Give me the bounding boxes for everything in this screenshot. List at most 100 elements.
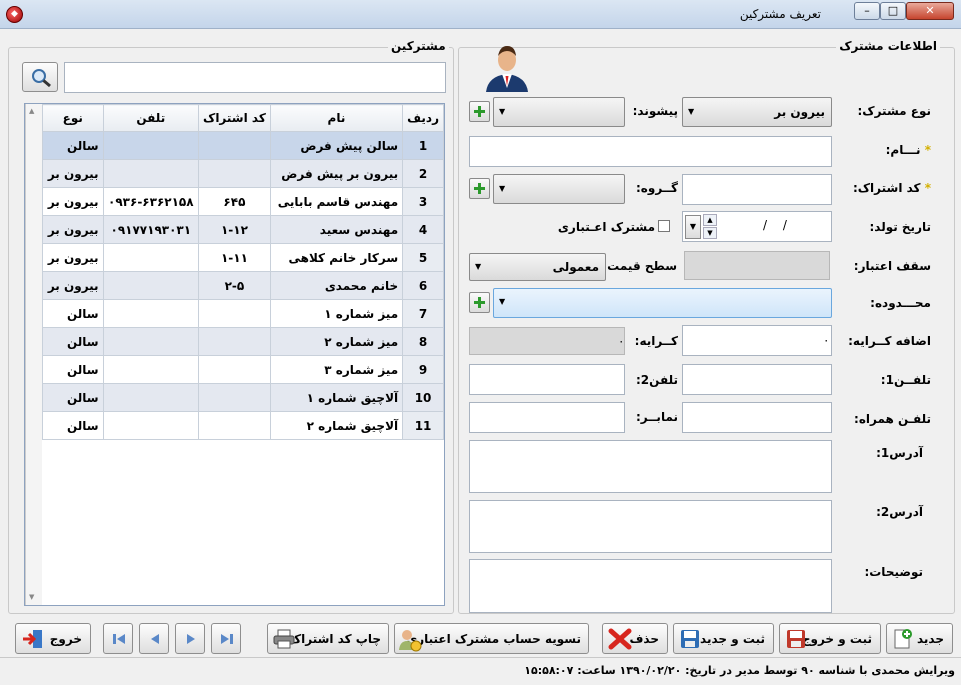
date-down-icon[interactable]: ▼ — [703, 227, 717, 239]
exit-door-icon — [23, 630, 42, 648]
col-type[interactable]: نوع — [42, 104, 104, 132]
row-type: بيرون بر — [42, 243, 104, 272]
date-dropdown-button[interactable]: ▼ — [685, 215, 701, 239]
save-exit-button[interactable]: ثبت و خروج — [779, 623, 881, 654]
settle-credit-button[interactable]: تسويه حساب مشترک اعتباری — [394, 623, 589, 654]
col-phone[interactable]: تلفن — [102, 104, 200, 132]
price-level-label: سطح قيمت: — [602, 259, 677, 273]
customer-type-label: نوع مشترک: — [857, 104, 932, 118]
notes-field[interactable] — [469, 559, 832, 613]
credit-customer-checkbox[interactable] — [658, 220, 670, 232]
chevron-down-icon: ▼ — [475, 262, 482, 271]
name-field[interactable] — [469, 136, 832, 167]
prefix-select[interactable]: ▼ — [493, 97, 625, 127]
rent-field[interactable]: ۰ — [469, 327, 625, 355]
table-row[interactable]: 10 آلاچيق شماره ۱ سالن — [42, 383, 444, 412]
price-level-value: معمولی — [552, 260, 599, 274]
table-row[interactable]: 4 مهندس سعيد ۱-۱۲ ۰۹۱۷۷۱۹۳۰۳۱ بيرون بر — [42, 215, 444, 244]
col-name[interactable]: نام — [269, 104, 404, 132]
credit-limit-field[interactable] — [684, 251, 830, 280]
address2-field[interactable] — [469, 500, 832, 553]
row-type: سالن — [42, 411, 104, 440]
grid-scrollbar[interactable]: ▲ ▼ — [25, 104, 42, 605]
scroll-up-icon[interactable]: ▲ — [29, 107, 34, 115]
mobile-field[interactable] — [682, 402, 832, 433]
print-code-button[interactable]: چاپ کد اشتراک — [267, 623, 389, 654]
name-label: * نـــام: — [885, 143, 931, 157]
save-new-button[interactable]: ثبت و جديد — [673, 623, 774, 654]
table-row[interactable]: 8 ميز شماره ۲ سالن — [42, 327, 444, 356]
table-row[interactable]: 3 مهندس قاسم بابايی ۶۴۵ ۰۹۳۶-۶۳۶۲۱۵۸ بيرون ب… — [42, 187, 444, 216]
previous-record-button[interactable] — [139, 623, 169, 654]
delete-icon — [608, 628, 632, 650]
row-name: ميز شماره ۲ — [269, 327, 404, 356]
row-code: ۱-۱۲ — [198, 215, 271, 244]
chevron-down-icon: ▼ — [499, 107, 506, 116]
row-name: آلاچيق شماره ۱ — [269, 383, 404, 412]
date-up-icon[interactable]: ▲ — [703, 214, 717, 226]
code-field[interactable] — [682, 174, 832, 205]
row-type: بيرون بر — [42, 159, 104, 188]
customer-type-select[interactable]: بيرون بر ▼ — [682, 97, 832, 127]
chevron-down-icon: ▼ — [499, 297, 506, 306]
exit-button[interactable]: خروج — [15, 623, 91, 654]
birth-date-field[interactable]: ▼ ▲ ▼ / / — [682, 211, 832, 242]
search-button[interactable] — [22, 62, 58, 92]
row-number: 6 — [402, 271, 444, 300]
group-select[interactable]: ▼ — [493, 174, 625, 204]
row-number: 1 — [402, 131, 444, 160]
row-phone — [102, 243, 200, 272]
col-code[interactable]: کد اشتراک — [198, 104, 271, 132]
row-name: خانم محمدی — [269, 271, 404, 300]
col-row[interactable]: رديف — [402, 104, 444, 132]
table-row[interactable]: 11 آلاچيق شماره ۲ سالن — [42, 411, 444, 440]
table-row[interactable]: 6 خانم محمدی ۲-۵ بيرون بر — [42, 271, 444, 300]
delete-button[interactable]: حذف — [602, 623, 668, 654]
table-row[interactable]: 2 بيرون بر پيش فرض بيرون بر — [42, 159, 444, 188]
phone1-field[interactable] — [682, 364, 832, 395]
row-number: 9 — [402, 355, 444, 384]
fax-field[interactable] — [469, 402, 625, 433]
maximize-button[interactable]: □ — [880, 2, 906, 20]
row-phone — [102, 327, 200, 356]
table-row[interactable]: 9 ميز شماره ۳ سالن — [42, 355, 444, 384]
phone2-field[interactable] — [469, 364, 625, 395]
phone1-label: تلفــن1: — [880, 373, 931, 387]
row-type: سالن — [42, 327, 104, 356]
row-type: سالن — [42, 299, 104, 328]
row-code — [198, 131, 271, 160]
code-label: * کد اشتراک: — [852, 181, 931, 195]
row-phone — [102, 159, 200, 188]
last-record-button[interactable] — [211, 623, 241, 654]
address2-label: آدرس2: — [876, 505, 923, 519]
group-label: گــروه: — [636, 181, 678, 195]
scroll-down-icon[interactable]: ▼ — [29, 593, 34, 601]
rent-value: ۰ — [618, 334, 625, 348]
address1-field[interactable] — [469, 440, 832, 493]
table-row[interactable]: 1 سالن پيش فرض سالن — [42, 131, 444, 160]
extra-rent-field[interactable]: ۰ — [682, 325, 832, 356]
search-icon — [32, 69, 51, 88]
rent-label: کــرايه: — [634, 334, 678, 348]
birth-date-value: / / — [763, 218, 787, 232]
row-code — [198, 383, 271, 412]
app-icon[interactable]: ◆ — [6, 6, 23, 23]
table-row[interactable]: 7 ميز شماره ۱ سالن — [42, 299, 444, 328]
add-group-button[interactable] — [469, 178, 490, 199]
new-button[interactable]: جديد — [886, 623, 953, 654]
row-phone — [102, 355, 200, 384]
close-button[interactable]: ✕ — [906, 2, 954, 20]
table-header: رديف نام کد اشتراک تلفن نوع — [42, 104, 444, 132]
first-record-button[interactable] — [103, 623, 133, 654]
next-record-button[interactable] — [175, 623, 205, 654]
minimize-button[interactable]: – — [854, 2, 880, 20]
search-input[interactable] — [64, 62, 446, 93]
notes-label: توضيحات: — [864, 565, 923, 579]
region-select[interactable]: ▼ — [493, 288, 832, 318]
table-row[interactable]: 5 سرکار خانم کلاهی ۱-۱۱ بيرون بر — [42, 243, 444, 272]
birth-date-label: تاريخ تولد: — [869, 220, 931, 234]
add-prefix-button[interactable] — [469, 101, 490, 122]
row-phone — [102, 131, 200, 160]
add-region-button[interactable] — [469, 292, 490, 313]
price-level-select[interactable]: معمولی ▼ — [469, 253, 606, 281]
